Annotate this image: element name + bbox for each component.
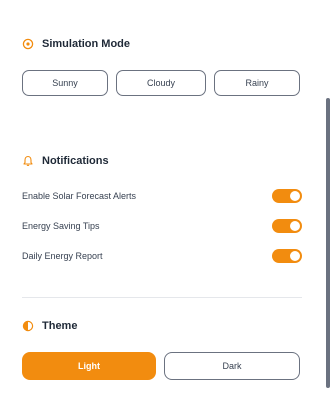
- notification-row-solar-alerts: Enable Solar Forecast Alerts: [22, 185, 302, 207]
- notification-row-daily-report: Daily Energy Report: [22, 245, 302, 267]
- theme-title: Theme: [42, 320, 78, 332]
- half-circle-icon: [22, 320, 34, 332]
- target-icon: [22, 38, 34, 50]
- daily-report-toggle[interactable]: [272, 249, 302, 263]
- notifications-title: Notifications: [42, 155, 109, 167]
- mode-cloudy-button[interactable]: Cloudy: [116, 70, 206, 96]
- toggle-knob: [290, 191, 300, 201]
- solar-alerts-toggle[interactable]: [272, 189, 302, 203]
- mode-rainy-label: Rainy: [245, 78, 269, 88]
- theme-header: Theme: [22, 320, 77, 332]
- mode-cloudy-label: Cloudy: [146, 78, 175, 88]
- notification-row-energy-tips: Energy Saving Tips: [22, 215, 302, 237]
- mode-sunny-label: Sunny: [52, 78, 78, 88]
- theme-light-button[interactable]: Light: [22, 352, 156, 380]
- toggle-knob: [290, 251, 300, 261]
- notification-label: Enable Solar Forecast Alerts: [22, 191, 137, 201]
- settings-panel: Simulation Mode Sunny Cloudy Rainy Notif…: [0, 0, 336, 394]
- mode-sunny-button[interactable]: Sunny: [22, 70, 108, 96]
- vertical-scrollbar[interactable]: [326, 98, 330, 388]
- energy-tips-toggle[interactable]: [272, 219, 302, 233]
- theme-dark-label: Dark: [222, 361, 242, 371]
- simulation-mode-title: Simulation Mode: [42, 38, 130, 50]
- simulation-mode-header: Simulation Mode: [22, 38, 130, 50]
- mode-rainy-button[interactable]: Rainy: [214, 70, 300, 96]
- toggle-knob: [290, 221, 300, 231]
- notifications-header: Notifications: [22, 155, 109, 167]
- section-divider: [22, 297, 302, 298]
- theme-light-label: Light: [78, 361, 100, 371]
- notification-label: Daily Energy Report: [22, 251, 103, 261]
- bell-icon: [22, 155, 34, 167]
- notification-label: Energy Saving Tips: [22, 221, 100, 231]
- theme-dark-button[interactable]: Dark: [164, 352, 300, 380]
